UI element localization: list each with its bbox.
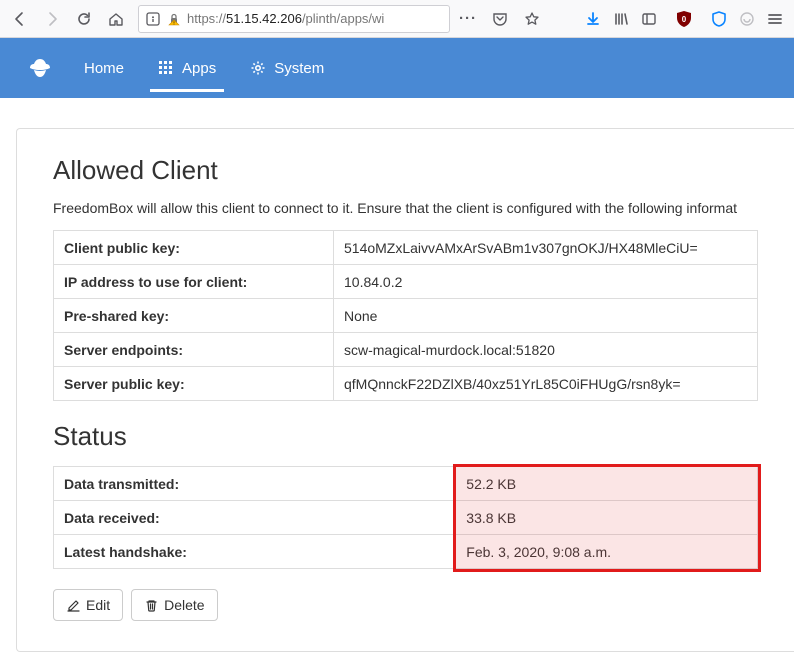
extension-icon[interactable] — [734, 5, 760, 33]
apps-grid-icon — [158, 60, 174, 76]
ublock-icon[interactable]: 0 — [664, 10, 704, 28]
row-value: 514oMZxLaivvAMxArSvABm1v307gnOKJ/HX48Mle… — [334, 231, 758, 265]
row-value: qfMQnnckF22DZlXB/40xz51YrL85C0iFHUgG/rsn… — [334, 367, 758, 401]
nav-home-label: Home — [84, 60, 124, 77]
heading-allowed-client: Allowed Client — [53, 155, 758, 186]
nav-apps[interactable]: Apps — [146, 38, 228, 98]
button-row: Edit Delete — [53, 589, 758, 621]
row-value: Feb. 3, 2020, 9:08 a.m. — [456, 535, 758, 569]
nav-system-label: System — [274, 60, 324, 77]
trash-icon — [144, 598, 158, 612]
nav-apps-label: Apps — [182, 60, 216, 77]
row-label: Data received: — [54, 501, 456, 535]
table-row: Server endpoints: scw-magical-murdock.lo… — [54, 333, 758, 367]
reload-icon[interactable] — [70, 5, 98, 33]
row-label: Client public key: — [54, 231, 334, 265]
table-row: Data received: 33.8 KB — [54, 501, 758, 535]
edit-button[interactable]: Edit — [53, 589, 123, 621]
row-label: Data transmitted: — [54, 467, 456, 501]
table-row: IP address to use for client: 10.84.0.2 — [54, 265, 758, 299]
pocket-icon[interactable] — [486, 5, 514, 33]
menu-icon[interactable] — [762, 5, 788, 33]
table-row: Data transmitted: 52.2 KB — [54, 467, 758, 501]
shield-permissions-icon[interactable] — [145, 11, 161, 27]
row-value: 52.2 KB — [456, 467, 758, 501]
table-row: Client public key: 514oMZxLaivvAMxArSvAB… — [54, 231, 758, 265]
delete-label: Delete — [164, 597, 204, 613]
forward-icon — [38, 5, 66, 33]
status-wrap: Data transmitted: 52.2 KB Data received:… — [53, 466, 758, 569]
row-value: 33.8 KB — [456, 501, 758, 535]
row-value: 10.84.0.2 — [334, 265, 758, 299]
page-body: Allowed Client FreedomBox will allow thi… — [0, 98, 794, 652]
row-label: Latest handshake: — [54, 535, 456, 569]
row-label: Server endpoints: — [54, 333, 334, 367]
content-panel: Allowed Client FreedomBox will allow thi… — [16, 128, 794, 652]
insecure-warning-icon — [167, 12, 181, 26]
url-bar[interactable]: https://51.15.42.206/plinth/apps/wi — [138, 5, 450, 33]
home-icon[interactable] — [102, 5, 130, 33]
edit-label: Edit — [86, 597, 110, 613]
row-value: None — [334, 299, 758, 333]
sidebar-icon[interactable] — [636, 5, 662, 33]
container-icon[interactable] — [706, 5, 732, 33]
heading-status: Status — [53, 421, 758, 452]
row-label: IP address to use for client: — [54, 265, 334, 299]
bookmark-star-icon[interactable] — [518, 5, 546, 33]
description-text: FreedomBox will allow this client to con… — [53, 200, 758, 216]
svg-text:0: 0 — [682, 15, 687, 24]
table-row: Pre-shared key: None — [54, 299, 758, 333]
nav-system[interactable]: System — [238, 38, 336, 98]
library-icon[interactable] — [608, 5, 634, 33]
client-info-table: Client public key: 514oMZxLaivvAMxArSvAB… — [53, 230, 758, 401]
url-text: https://51.15.42.206/plinth/apps/wi — [187, 11, 384, 26]
row-label: Server public key: — [54, 367, 334, 401]
page-actions-icon[interactable]: ··· — [454, 5, 482, 33]
row-value: scw-magical-murdock.local:51820 — [334, 333, 758, 367]
browser-toolbar: https://51.15.42.206/plinth/apps/wi ··· … — [0, 0, 794, 38]
table-row: Latest handshake: Feb. 3, 2020, 9:08 a.m… — [54, 535, 758, 569]
table-row: Server public key: qfMQnnckF22DZlXB/40xz… — [54, 367, 758, 401]
downloads-icon[interactable] — [580, 5, 606, 33]
back-icon[interactable] — [6, 5, 34, 33]
edit-icon — [66, 598, 80, 612]
row-label: Pre-shared key: — [54, 299, 334, 333]
freedombox-logo-icon[interactable] — [22, 50, 58, 86]
status-table: Data transmitted: 52.2 KB Data received:… — [53, 466, 758, 569]
delete-button[interactable]: Delete — [131, 589, 217, 621]
app-navbar: Home Apps System — [0, 38, 794, 98]
browser-right-icons: 0 — [580, 5, 788, 33]
gear-icon — [250, 60, 266, 76]
nav-home[interactable]: Home — [72, 38, 136, 98]
